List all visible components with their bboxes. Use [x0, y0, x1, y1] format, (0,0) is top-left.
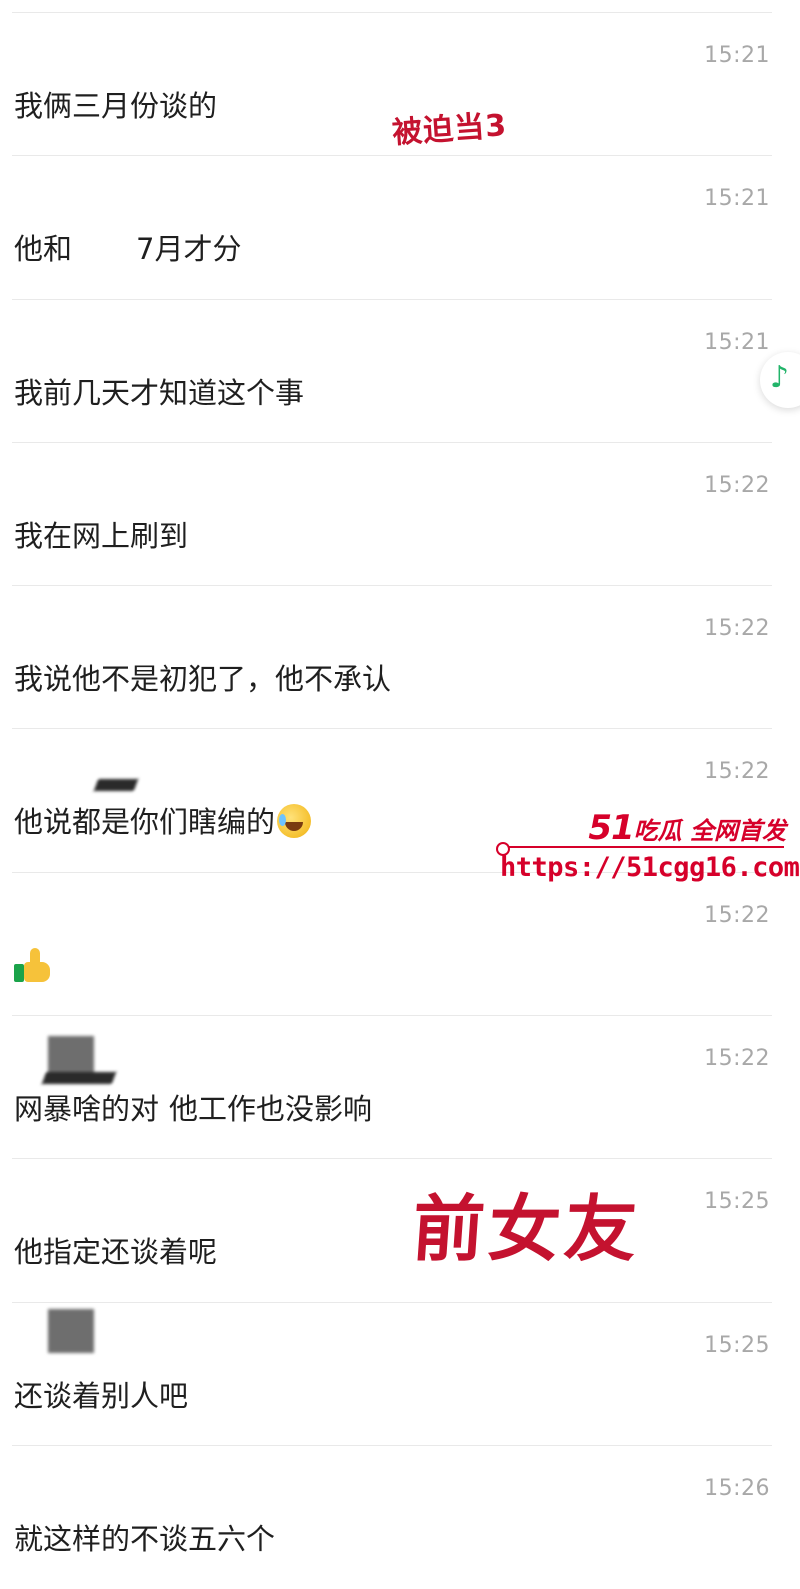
watermark: 51吃瓜 全网首发 https://51cgg16.com [496, 808, 800, 888]
message-text: 就这样的不谈五六个 [14, 1521, 276, 1556]
forced-third-label: 被迫当3 [391, 108, 509, 151]
message-time: 15:22 [704, 902, 770, 928]
thumbs-up-icon [14, 947, 52, 984]
ex-girlfriend-label: 前女友 [409, 1187, 644, 1271]
message-time: 15:21 [704, 329, 770, 355]
message-text: 还谈着别人吧 [14, 1378, 189, 1413]
message-list[interactable]: 15:21 我俩三月份谈的 15:21 他和 7月才分 15:21 我前几天才知道… [0, 13, 800, 1589]
message-time: 15:26 [704, 1475, 770, 1501]
redaction-mark [48, 1308, 94, 1353]
list-item[interactable]: 15:25 他指定还谈着呢 [0, 1159, 800, 1303]
message-text-part: 他工作也没影响 [169, 1092, 373, 1127]
message-text-part: 他说都是你们瞎编的 [14, 805, 276, 840]
message-text: 他说都是你们瞎编的 [14, 804, 312, 840]
message-time: 15:22 [704, 616, 770, 642]
list-item[interactable]: 15:22 [0, 873, 800, 1017]
list-item[interactable]: 15:21 我前几天才知道这个事 [0, 300, 800, 443]
list-item[interactable]: 15:26 就这样的不谈五六个 [0, 1446, 800, 1589]
redaction-mark [93, 779, 139, 792]
list-item[interactable]: 15:22 网暴啥的对 他工作也没影响 [0, 1016, 800, 1160]
message-time: 15:22 [704, 472, 770, 498]
watermark-rule [500, 846, 784, 848]
redaction-mark [41, 1072, 117, 1085]
message-time: 15:21 [704, 186, 770, 212]
message-time: 15:21 [704, 43, 770, 68]
message-time: 15:25 [704, 1332, 770, 1358]
message-text-part: 7月才分 [136, 232, 242, 267]
message-time: 15:22 [704, 1046, 770, 1072]
message-text: 他和 7月才分 [14, 231, 241, 267]
message-time: 15:25 [704, 1189, 770, 1215]
list-item[interactable]: 15:25 还谈着别人吧 [0, 1303, 800, 1446]
watermark-text: 吃瓜 全网首发 [633, 817, 786, 845]
message-text: 我说他不是初犯了，他不承认 [14, 662, 392, 697]
message-time: 15:22 [704, 759, 770, 785]
watermark-url: https://51cgg16.com [500, 852, 800, 883]
redacted-name [72, 236, 137, 267]
message-text: 他指定还谈着呢 [14, 1235, 218, 1270]
message-text-part: 网暴啥的对 [14, 1092, 160, 1127]
message-emoji [14, 947, 52, 992]
list-item[interactable]: 15:21 他和 7月才分 [0, 156, 800, 300]
watermark-title: 51吃瓜 全网首发 [588, 808, 786, 848]
watermark-number: 51 [588, 808, 634, 848]
message-text: 网暴啥的对 他工作也没影响 [14, 1091, 372, 1127]
music-note-icon: ♪ [770, 360, 790, 395]
message-text: 我前几天才知道这个事 [14, 375, 305, 410]
laugh-cry-emoji [277, 804, 312, 839]
list-item[interactable]: 15:22 我在网上刷到 [0, 443, 800, 587]
message-text: 我俩三月份谈的 [14, 89, 218, 123]
message-text: 我在网上刷到 [14, 518, 189, 553]
message-text-part: 他和 [14, 232, 73, 267]
list-item[interactable]: 15:22 我说他不是初犯了，他不承认 [0, 586, 800, 730]
